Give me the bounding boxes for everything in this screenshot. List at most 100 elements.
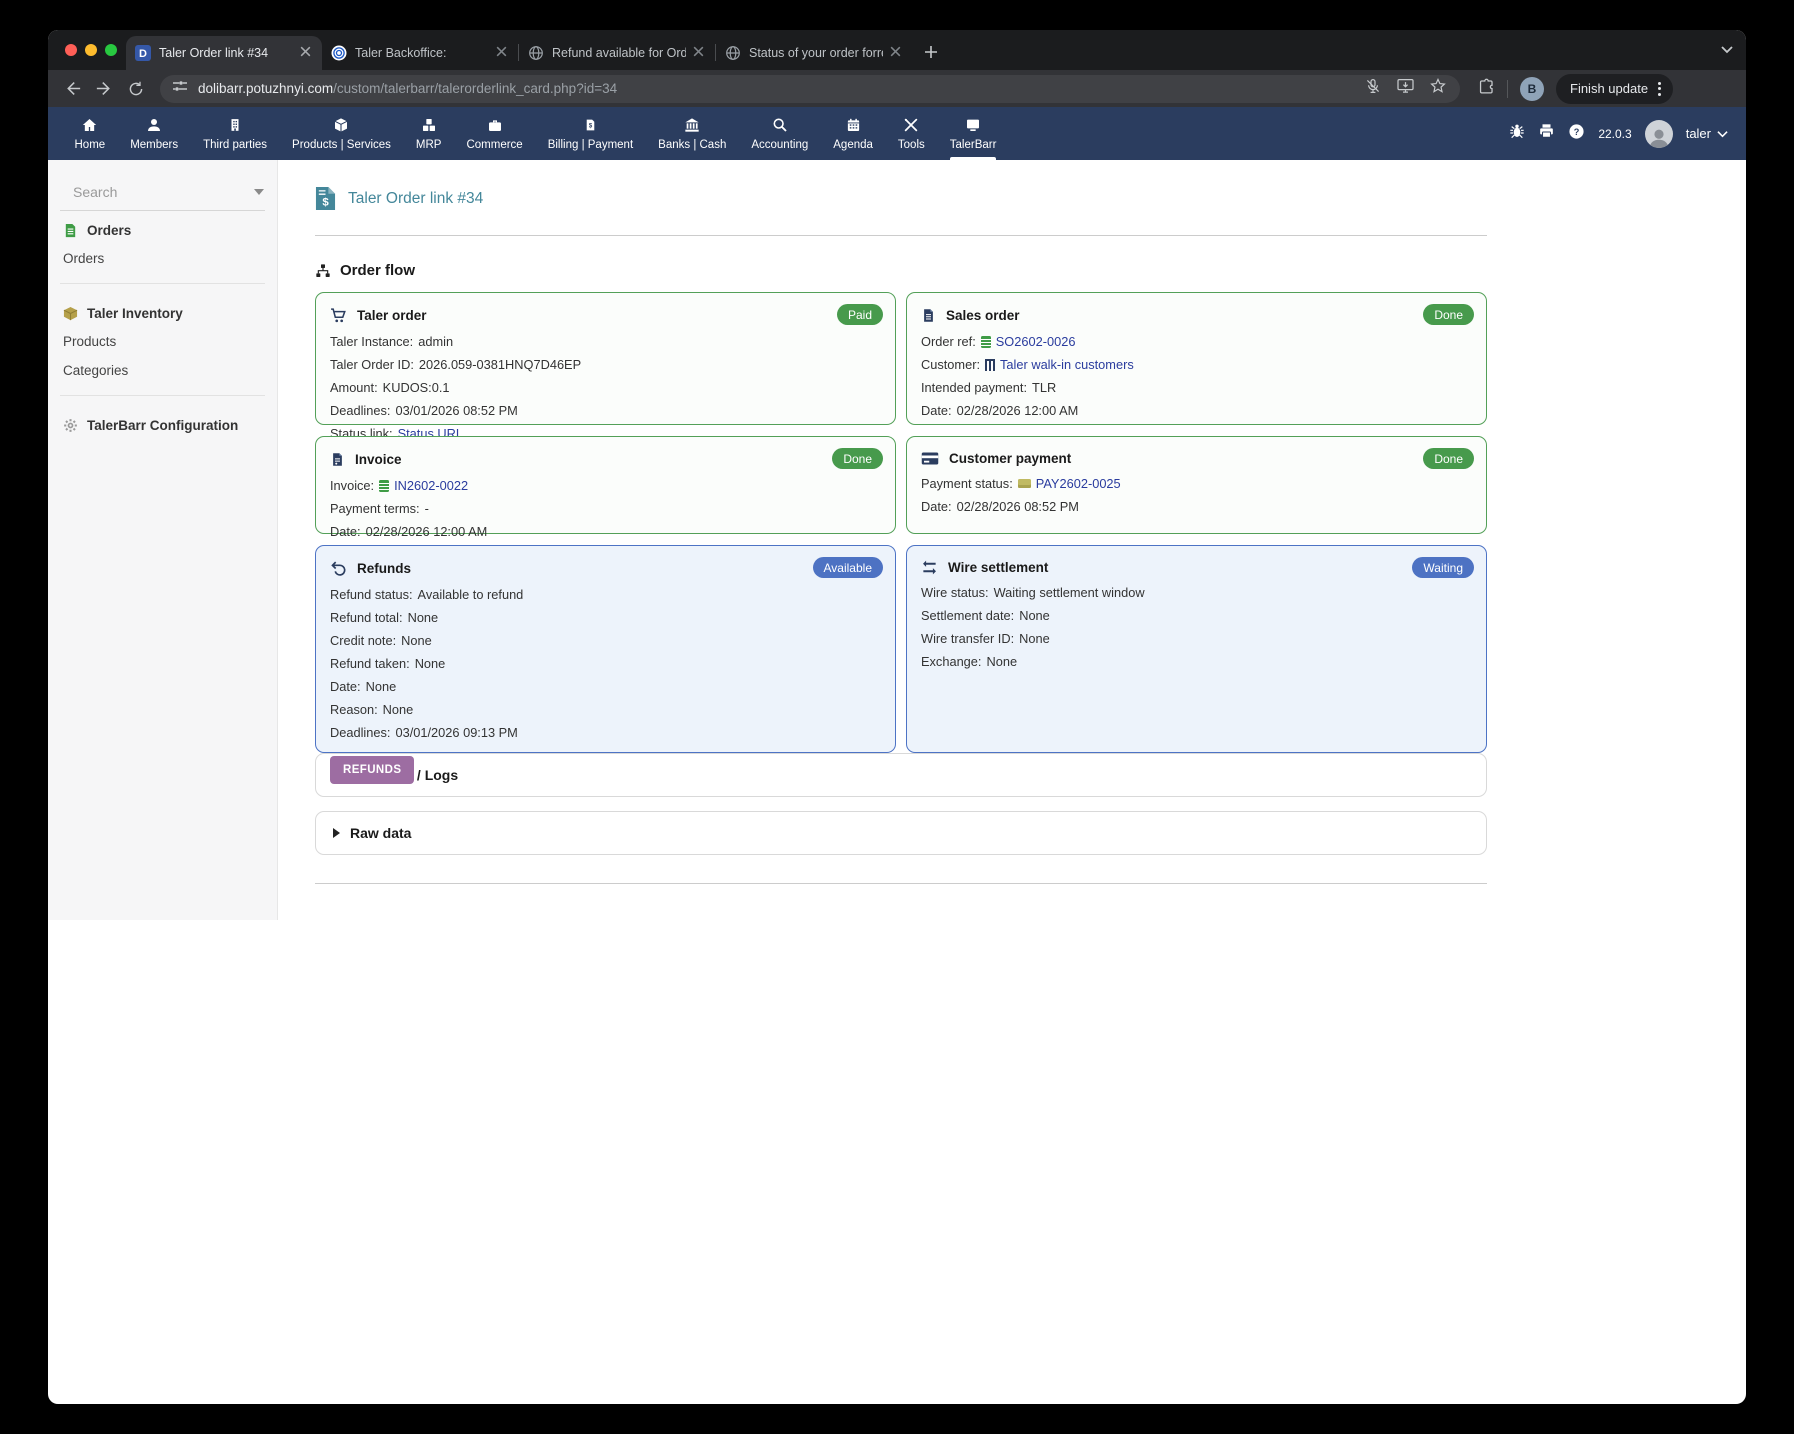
- money-check-icon: [1017, 479, 1031, 489]
- finish-update-button[interactable]: Finish update: [1556, 73, 1674, 104]
- file-green-icon: [65, 223, 76, 238]
- tab-order-status[interactable]: Status of your order forrefund: [716, 36, 912, 70]
- building-icon: [985, 358, 996, 371]
- menu-products-services[interactable]: Products | Services: [280, 107, 404, 160]
- page-body: Orders Orders Taler Inventory Products C…: [48, 160, 1746, 920]
- new-tab-button[interactable]: [918, 39, 944, 65]
- sidebar-section-talerbarr-config[interactable]: TalerBarr Configuration: [48, 406, 277, 439]
- menu-third-parties[interactable]: Third parties: [191, 107, 280, 160]
- menu-banks-cash[interactable]: Banks | Cash: [646, 107, 739, 160]
- sitemap-icon: [316, 263, 330, 277]
- panel-raw-data[interactable]: Raw data: [315, 811, 1487, 855]
- extensions-icon[interactable]: [1478, 78, 1495, 100]
- talerbarr-icon: [965, 117, 981, 136]
- sidebar-divider: [60, 395, 265, 396]
- tab-title: Status of your order forrefund: [749, 46, 883, 60]
- sidebar-item-products[interactable]: Products: [48, 327, 277, 356]
- toolbar-divider: [1507, 79, 1508, 98]
- tab-refund-available[interactable]: Refund available for Order to: [519, 36, 715, 70]
- menu-home[interactable]: Home: [62, 107, 118, 160]
- reload-icon[interactable]: [122, 75, 150, 103]
- user-avatar[interactable]: [1644, 119, 1673, 148]
- card-title: Taler order: [357, 308, 427, 323]
- menu-tools[interactable]: Tools: [885, 107, 937, 160]
- card-header: Sales order: [921, 307, 1472, 324]
- tab-strip: D Taler Order link #34 Taler Backoffice:: [126, 30, 944, 70]
- top-menu-items: Home Members Third parties Products | Se…: [62, 107, 1009, 160]
- customer-link[interactable]: Taler walk-in customers: [1000, 356, 1134, 374]
- tab-title: Taler Order link #34: [159, 46, 269, 60]
- dolibarr-top-menu: Home Members Third parties Products | Se…: [48, 107, 1746, 160]
- forward-icon[interactable]: [90, 75, 118, 103]
- close-window-button[interactable]: [65, 44, 77, 56]
- menu-mrp[interactable]: MRP: [403, 107, 454, 160]
- credit-card-icon: [921, 452, 939, 465]
- help-icon[interactable]: ?: [1568, 123, 1585, 145]
- card-taler-order: Taler order Paid Taler Instance: admin Ta…: [315, 292, 896, 441]
- taler-order-doc-icon: $: [315, 187, 336, 210]
- menu-agenda[interactable]: Agenda: [821, 107, 886, 160]
- invoice-link[interactable]: IN2602-0022: [394, 477, 468, 495]
- card-refunds: Refunds Available Refund status: Availabl…: [315, 545, 896, 785]
- version-label: 22.0.3: [1598, 126, 1632, 141]
- card-header: Wire settlement: [921, 560, 1472, 575]
- bug-icon[interactable]: [1509, 123, 1525, 144]
- card-title: Wire settlement: [948, 560, 1049, 575]
- tab-taler-order-link[interactable]: D Taler Order link #34: [126, 36, 322, 70]
- search-input[interactable]: [73, 184, 254, 200]
- zoom-window-button[interactable]: [105, 44, 117, 56]
- title-divider: [315, 235, 1487, 236]
- left-sidebar: Orders Orders Taler Inventory Products C…: [48, 160, 278, 920]
- cart-icon: [331, 308, 346, 323]
- tools-icon: [903, 117, 919, 136]
- expand-triangle-icon: [333, 828, 340, 838]
- chevron-down-icon: [1717, 130, 1728, 137]
- site-info-icon[interactable]: [172, 78, 188, 99]
- search-dropdown-icon[interactable]: [254, 189, 264, 195]
- refunds-button[interactable]: REFUNDS: [330, 756, 415, 785]
- profile-avatar[interactable]: B: [1520, 76, 1544, 101]
- sidebar-search: [60, 178, 265, 211]
- install-app-icon[interactable]: [1397, 78, 1414, 99]
- close-icon[interactable]: [692, 45, 706, 61]
- url-domain: dolibarr.potuzhnyi.com: [198, 81, 334, 96]
- bank-icon: [684, 117, 700, 136]
- card-header: Invoice: [330, 451, 881, 468]
- tab-taler-backoffice[interactable]: Taler Backoffice:: [322, 36, 518, 70]
- svg-text:?: ?: [1574, 127, 1580, 137]
- status-badge: Done: [1423, 304, 1474, 325]
- calendar-icon: [846, 117, 861, 136]
- file-green-icon: [980, 335, 991, 348]
- user-menu[interactable]: taler: [1686, 126, 1728, 141]
- sidebar-section-orders[interactable]: Orders: [48, 211, 277, 244]
- menu-accounting[interactable]: Accounting: [739, 107, 821, 160]
- browser-toolbar: dolibarr.potuzhnyi.com/custom/talerbarr/…: [48, 70, 1746, 107]
- payment-link[interactable]: PAY2602-0025: [1036, 475, 1121, 493]
- svg-text:D: D: [139, 48, 147, 60]
- browser-menu-icon[interactable]: [1658, 81, 1662, 96]
- sidebar-item-categories[interactable]: Categories: [48, 356, 277, 385]
- close-icon[interactable]: [299, 45, 313, 61]
- close-icon[interactable]: [495, 45, 509, 61]
- sidebar-item-orders[interactable]: Orders: [48, 244, 277, 273]
- menu-members[interactable]: Members: [118, 107, 191, 160]
- menu-commerce[interactable]: Commerce: [454, 107, 535, 160]
- taler-icon: [331, 45, 347, 61]
- menu-talerbarr[interactable]: TalerBarr: [937, 107, 1009, 160]
- mic-blocked-icon[interactable]: [1365, 78, 1381, 99]
- tab-bar: D Taler Order link #34 Taler Backoffice:: [48, 30, 1746, 70]
- close-icon[interactable]: [889, 45, 903, 61]
- card-invoice: Invoice Done Invoice: IN2602-0022 Payment…: [315, 436, 896, 539]
- minimize-window-button[interactable]: [85, 44, 97, 56]
- tab-search-button[interactable]: [1720, 42, 1734, 61]
- card-header: Customer payment: [921, 451, 1472, 466]
- sidebar-section-taler-inventory[interactable]: Taler Inventory: [48, 294, 277, 327]
- status-badge: Waiting: [1412, 557, 1474, 578]
- menu-billing-payment[interactable]: $ Billing | Payment: [535, 107, 645, 160]
- back-icon[interactable]: [58, 75, 86, 103]
- undo-icon: [331, 561, 346, 576]
- print-icon[interactable]: [1538, 123, 1555, 144]
- address-bar[interactable]: dolibarr.potuzhnyi.com/custom/talerbarr/…: [160, 74, 1460, 103]
- bookmark-star-icon[interactable]: [1430, 78, 1446, 99]
- sales-order-link[interactable]: SO2602-0026: [996, 333, 1076, 351]
